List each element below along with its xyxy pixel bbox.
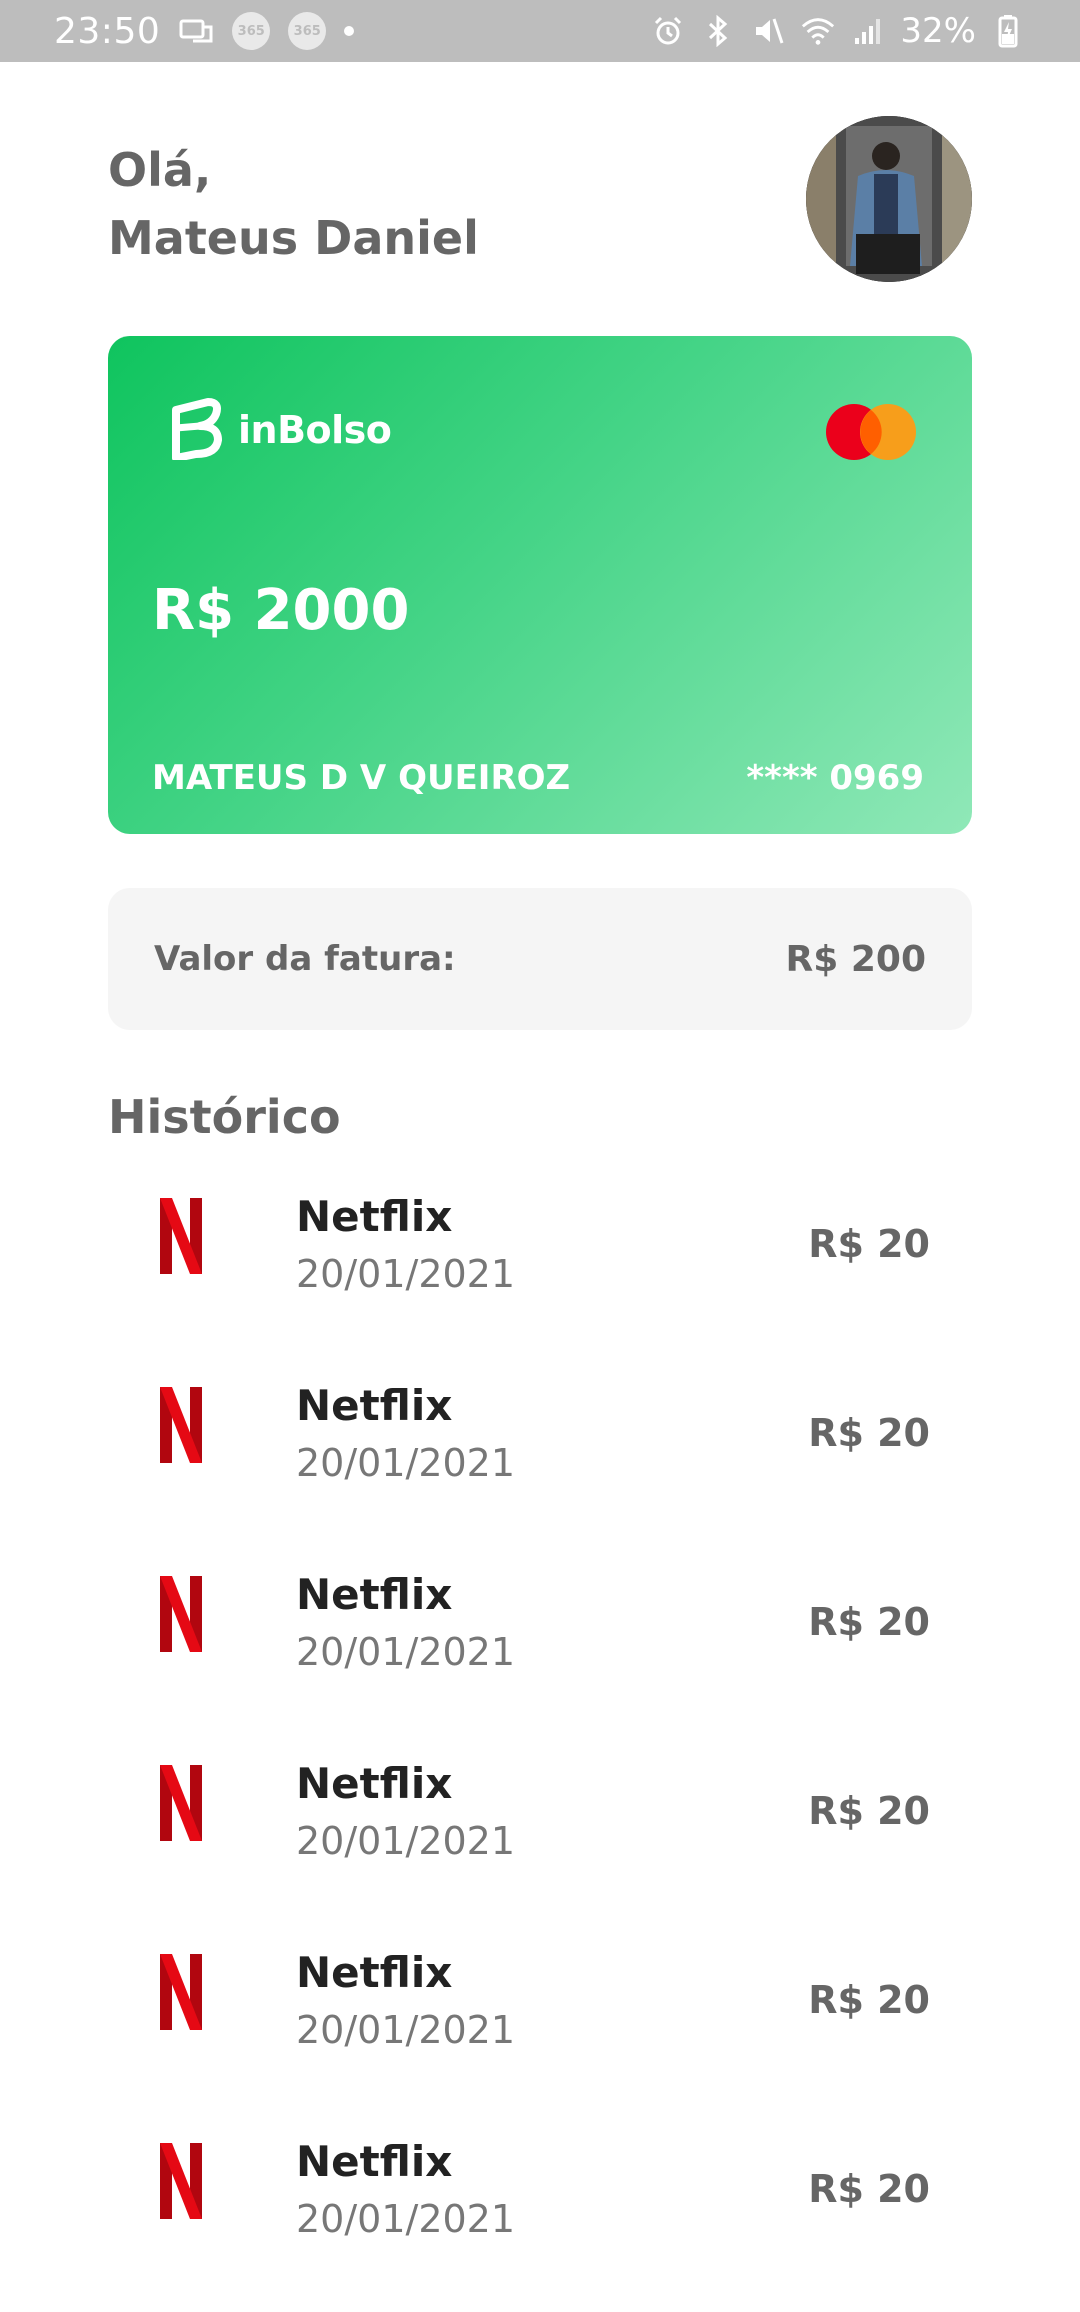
transaction-name: Netflix [296,1192,453,1241]
inbolso-logo-icon [170,396,224,464]
card-brand-logo: inBolso [170,396,392,464]
office-badge-icon: 365 [232,12,271,50]
list-item[interactable]: Netflix 20/01/2021 R$ 20 [108,1934,972,2123]
netflix-icon [158,1763,204,1843]
invoice-summary[interactable]: Valor da fatura: R$ 200 [108,888,972,1030]
office-badge-icon: 365 [288,12,327,50]
transaction-name: Netflix [296,1759,453,1808]
battery-charging-icon [990,13,1026,49]
netflix-icon [158,1196,204,1276]
avatar-photo [806,116,972,282]
transaction-date: 20/01/2021 [296,2008,516,2052]
list-item[interactable]: Netflix 20/01/2021 R$ 20 [108,1367,972,1556]
transaction-name: Netflix [296,1948,453,1997]
mastercard-icon [824,402,918,462]
transaction-amount: R$ 20 [808,1222,930,1266]
transaction-date: 20/01/2021 [296,1819,516,1863]
transaction-name: Netflix [296,1381,453,1430]
netflix-icon [158,2141,204,2221]
transaction-amount: R$ 20 [808,1600,930,1644]
transaction-amount: R$ 20 [808,1789,930,1833]
transaction-date: 20/01/2021 [296,1441,516,1485]
mute-icon [750,13,786,49]
card-number: **** 0969 [746,758,924,798]
transaction-name: Netflix [296,1570,453,1619]
status-bar: 23:50 365 365 32% [0,0,1080,62]
status-time: 23:50 [54,10,161,52]
netflix-icon [158,1952,204,2032]
alarm-icon [650,13,686,49]
greeting-hello: Olá, [108,143,212,197]
list-item[interactable]: Netflix 20/01/2021 R$ 20 [108,1745,972,1934]
list-item[interactable]: Netflix 20/01/2021 R$ 20 [108,1556,972,1745]
netflix-icon [158,1385,204,1465]
invoice-value: R$ 200 [785,938,926,980]
list-item[interactable]: Netflix 20/01/2021 R$ 20 [108,2123,972,2312]
transaction-amount: R$ 20 [808,1978,930,2022]
transaction-name: Netflix [296,2137,453,2186]
credit-card[interactable]: inBolso R$ 2000 MATEUS D V QUEIROZ **** … [108,336,972,834]
card-balance: R$ 2000 [152,578,410,643]
transaction-date: 20/01/2021 [296,1630,516,1674]
transaction-amount: R$ 20 [808,2167,930,2211]
card-brand-name: inBolso [238,408,392,452]
user-name: Mateus Daniel [108,211,479,265]
history-list: Netflix 20/01/2021 R$ 20 Netflix 20/01/2… [108,1178,972,2312]
history-title: Histórico [108,1090,341,1144]
more-notifications-icon [344,26,355,36]
transaction-amount: R$ 20 [808,1411,930,1455]
messages-icon [178,13,214,49]
battery-percentage: 32% [900,11,976,51]
card-holder-name: MATEUS D V QUEIROZ [152,758,571,798]
greeting: Olá, Mateus Daniel [108,136,479,272]
transaction-date: 20/01/2021 [296,2197,516,2241]
netflix-icon [158,1574,204,1654]
status-right: 32% [650,11,1026,51]
invoice-label: Valor da fatura: [154,939,456,979]
wifi-icon [800,13,836,49]
signal-icon [850,13,886,49]
bluetooth-icon [700,13,736,49]
list-item[interactable]: Netflix 20/01/2021 R$ 20 [108,1178,972,1367]
transaction-date: 20/01/2021 [296,1252,516,1296]
status-left: 23:50 365 365 [54,10,355,52]
avatar[interactable] [806,116,972,282]
